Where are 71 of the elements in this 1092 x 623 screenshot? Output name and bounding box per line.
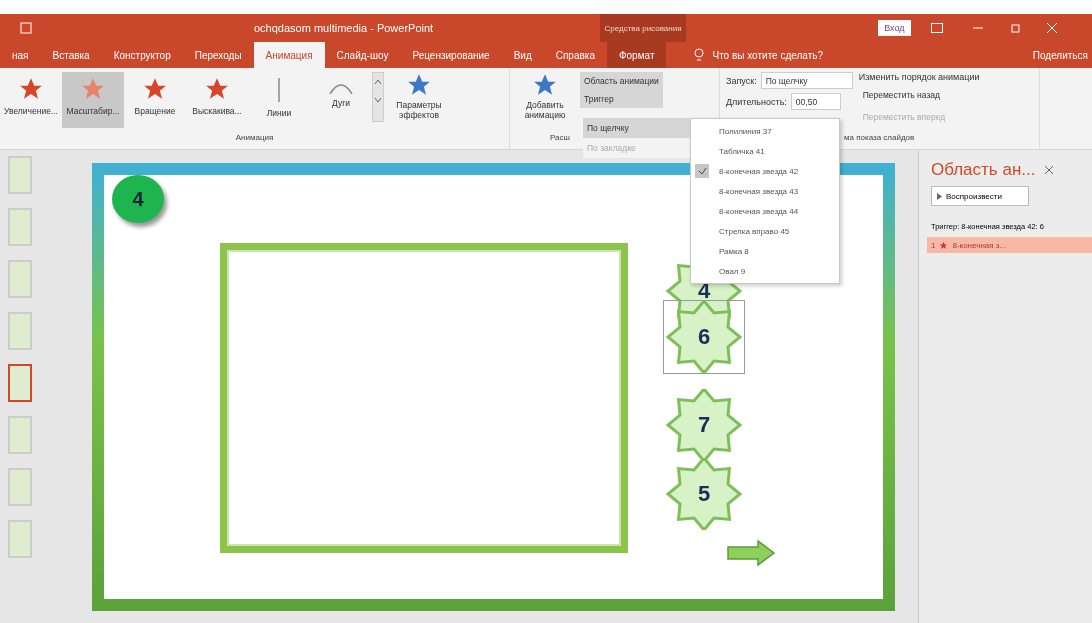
close-icon[interactable] (1045, 166, 1054, 174)
arrow-shape (726, 539, 776, 567)
menu-item[interactable]: Овал 9 (691, 261, 839, 281)
sign-in-button[interactable]: Вход (878, 20, 911, 36)
tell-me-field[interactable]: Что вы хотите сделать? (710, 42, 861, 68)
ribbon-tab[interactable]: Слайд-шоу (324, 42, 401, 68)
group-label: ма показа слайдов (843, 133, 916, 144)
animation-gallery-item[interactable]: Выскакива... (186, 72, 248, 128)
share-button[interactable]: Поделиться (1032, 49, 1088, 61)
window-title: ochqdasom multimedia - PowerPoint (254, 22, 434, 34)
effect-options-button[interactable]: Параметры эффектов (384, 72, 454, 120)
check-icon (697, 167, 707, 175)
ribbon-tab[interactable]: Вставка (40, 42, 102, 68)
duration-field[interactable]: 00,50 (790, 93, 841, 110)
lightbulb-icon (694, 48, 705, 62)
trigger-button[interactable]: Триггер (580, 90, 663, 108)
trigger-menu-item[interactable]: По щелчку (583, 118, 690, 138)
slide-thumbnail[interactable] (8, 156, 32, 194)
ribbon-tab[interactable]: ная (0, 42, 41, 68)
star-icon (939, 240, 949, 250)
animation-gallery-item[interactable]: Масштабир... (62, 72, 124, 128)
animation-list-item[interactable]: 1 8-конечная з... (927, 237, 1092, 253)
star-number: 6 (697, 324, 711, 350)
animation-gallery-item[interactable]: Дуги (310, 72, 372, 128)
slide-thumbnail[interactable] (8, 260, 32, 298)
gallery-scroll-icon[interactable] (372, 72, 384, 122)
ribbon-tab[interactable]: Конструктор (101, 42, 183, 68)
line-path-icon (275, 76, 283, 104)
ribbon-tab[interactable]: Формат (606, 42, 667, 68)
save-icon[interactable] (20, 22, 32, 34)
slide-thumbnail[interactable] (8, 208, 32, 246)
animation-pane-button[interactable]: Область анимации (580, 72, 663, 90)
star-number: 5 (697, 481, 711, 507)
ribbon-tab[interactable]: Переходы (182, 42, 254, 68)
menu-item[interactable]: Полилиния 37 (691, 121, 839, 141)
start-label: Запуск: (726, 75, 757, 86)
play-button[interactable]: Воспроизвести (931, 186, 1029, 206)
ribbon-tab[interactable]: Вид (501, 42, 544, 68)
slide-thumbnail[interactable] (8, 364, 32, 402)
star-number: 4 (697, 278, 711, 304)
duration-label: Длительность: (726, 96, 787, 107)
group-label: Анимация (234, 133, 275, 144)
slide-number-badge: 4 (112, 175, 164, 223)
move-earlier-button[interactable]: Переместить назад (858, 86, 980, 104)
menu-item[interactable]: Табличка 41 (691, 141, 839, 161)
menu-item[interactable]: Рамка 8 (691, 241, 839, 261)
play-icon (937, 192, 942, 200)
ribbon-tab[interactable]: Рецензирование (400, 42, 502, 68)
reorder-label: Изменить порядок анимации (858, 72, 980, 82)
ribbon-display-icon[interactable] (930, 23, 943, 33)
menu-item[interactable]: 8-конечная звезда 43 (691, 181, 839, 201)
slide-thumbnail[interactable] (8, 416, 32, 454)
slide-thumbnail[interactable] (8, 312, 32, 350)
pane-title: Область ан... (931, 160, 1036, 180)
star-number: 7 (697, 412, 711, 438)
animation-gallery-item[interactable]: Увеличение... (0, 72, 62, 128)
animation-gallery-item[interactable]: Вращение (124, 72, 186, 128)
slide-thumbnail[interactable] (8, 468, 32, 506)
arc-path-icon (329, 84, 353, 94)
context-group-label: Средства рисования (600, 14, 686, 42)
animation-gallery-item[interactable]: Линии (248, 72, 310, 128)
add-animation-button[interactable]: Добавить анимацию (510, 72, 580, 120)
ribbon-tab[interactable]: Анимация (253, 42, 325, 68)
ribbon-tab[interactable]: Справка (543, 42, 607, 68)
menu-item[interactable]: Стрелка вправо 45 (691, 221, 839, 241)
group-label: Расш (550, 133, 570, 144)
menu-item[interactable]: 8-конечная звезда 42 (691, 161, 839, 181)
restore-icon[interactable] (1010, 23, 1021, 33)
slide-thumbnail[interactable] (8, 520, 32, 558)
start-dropdown[interactable]: По щелчку (760, 72, 853, 89)
menu-item[interactable]: 8-конечная звезда 44 (691, 201, 839, 221)
